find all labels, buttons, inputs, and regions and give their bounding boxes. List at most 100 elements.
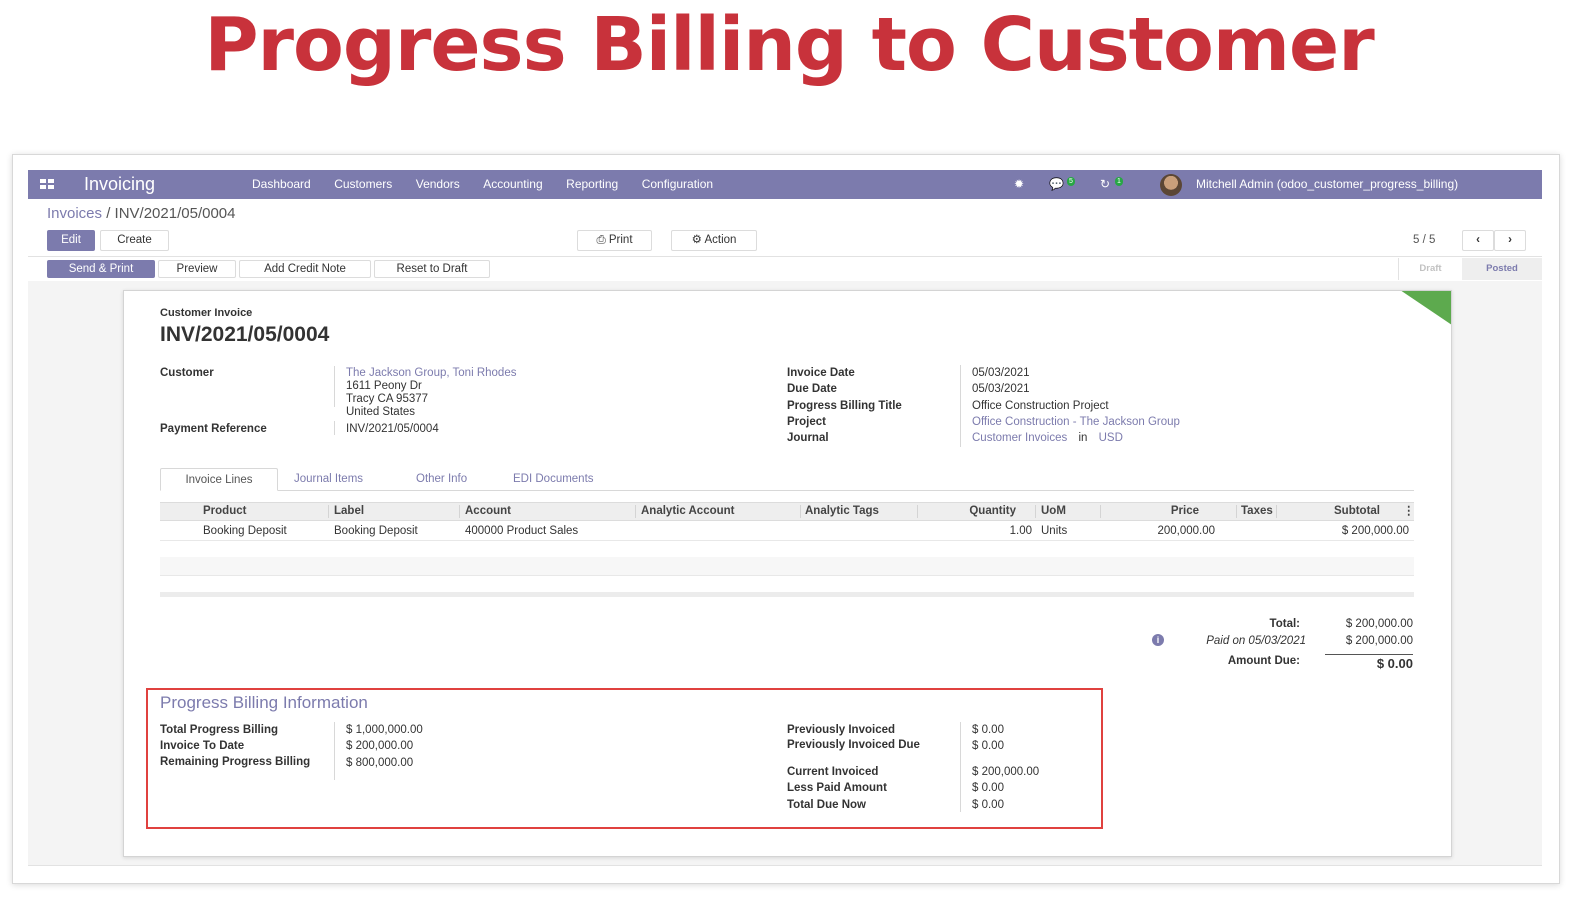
- total-due-now-value: $ 0.00: [972, 799, 1004, 811]
- currency-link[interactable]: USD: [1099, 432, 1123, 444]
- tab-edi-documents[interactable]: EDI Documents: [513, 468, 594, 491]
- total-value: $ 200,000.00: [1345, 618, 1413, 630]
- remaining-progress-billing-label: Remaining Progress Billing: [160, 756, 311, 768]
- top-navbar: Invoicing Dashboard Customers Vendors Ac…: [28, 170, 1542, 199]
- add-credit-note-button[interactable]: Add Credit Note: [239, 260, 371, 278]
- table-footer: [160, 592, 1414, 597]
- column-separator: [917, 505, 918, 518]
- line-label[interactable]: Booking Deposit: [334, 524, 418, 538]
- total-progress-billing-value: $ 1,000,000.00: [346, 724, 423, 736]
- menu-configuration[interactable]: Configuration: [642, 170, 713, 199]
- progress-billing-section-title: Progress Billing Information: [160, 693, 368, 712]
- payment-info-icon[interactable]: i: [1152, 634, 1164, 646]
- line-account[interactable]: 400000 Product Sales: [465, 524, 578, 538]
- project-link[interactable]: Office Construction - The Jackson Group: [972, 416, 1180, 429]
- print-button[interactable]: ⎙ Print: [577, 230, 652, 251]
- payment-reference-value[interactable]: INV/2021/05/0004: [346, 423, 439, 436]
- gear-icon: ⚙: [691, 234, 705, 246]
- invoice-date-label: Invoice Date: [787, 367, 855, 379]
- column-separator: [459, 505, 460, 518]
- main-menu: Dashboard Customers Vendors Accounting R…: [252, 170, 737, 199]
- invoice-to-date-label: Invoice To Date: [160, 740, 245, 752]
- row-divider: [160, 575, 1414, 576]
- line-subtotal: $ 200,000.00: [1341, 525, 1409, 537]
- col-label[interactable]: Label: [334, 503, 364, 520]
- column-separator: [1100, 505, 1101, 518]
- col-analytic-tags[interactable]: Analytic Tags: [805, 503, 879, 520]
- line-product[interactable]: Booking Deposit: [203, 524, 287, 538]
- chat-icon[interactable]: 💬: [1049, 177, 1064, 191]
- send-print-button[interactable]: Send & Print: [47, 260, 155, 278]
- tab-other-info[interactable]: Other Info: [416, 468, 467, 491]
- invoice-type-label: Customer Invoice: [160, 307, 253, 319]
- apps-menu-icon[interactable]: [40, 179, 54, 189]
- empty-table-row: [160, 557, 1414, 575]
- col-subtotal[interactable]: Subtotal: [1282, 503, 1380, 520]
- debug-bug-icon[interactable]: ✹: [1014, 177, 1024, 191]
- app-name[interactable]: Invoicing: [84, 173, 155, 195]
- col-uom[interactable]: UoM: [1041, 503, 1066, 520]
- col-account[interactable]: Account: [465, 503, 511, 520]
- journal-in-text: in: [1078, 432, 1088, 444]
- line-price[interactable]: 200,000.00: [1100, 524, 1215, 538]
- tab-journal-items[interactable]: Journal Items: [294, 468, 363, 491]
- line-uom[interactable]: Units: [1041, 524, 1067, 538]
- due-date-value[interactable]: 05/03/2021: [972, 383, 1030, 396]
- user-avatar[interactable]: [1160, 174, 1182, 196]
- breadcrumb: Invoices / INV/2021/05/0004: [47, 205, 235, 223]
- activity-clock-icon[interactable]: ↻: [1100, 177, 1110, 191]
- pager-previous-button[interactable]: ‹: [1462, 230, 1494, 251]
- field-divider: [334, 421, 335, 435]
- col-taxes[interactable]: Taxes: [1241, 503, 1273, 520]
- create-button[interactable]: Create: [100, 230, 169, 251]
- invoice-number: INV/2021/05/0004: [160, 323, 330, 346]
- progress-billing-title-label: Progress Billing Title: [787, 400, 902, 412]
- pager-value[interactable]: 5 / 5: [1413, 233, 1435, 247]
- edit-button[interactable]: Edit: [47, 230, 95, 251]
- col-price[interactable]: Price: [1106, 503, 1199, 520]
- menu-customers[interactable]: Customers: [334, 170, 392, 199]
- chevron-right-icon: ›: [1508, 234, 1512, 246]
- action-button-label: Action: [704, 234, 737, 246]
- action-button[interactable]: ⚙ Action: [671, 230, 757, 251]
- journal-link[interactable]: Customer Invoices: [972, 432, 1067, 444]
- page-hero-title: Progress Billing to Customer: [204, 2, 1374, 88]
- menu-accounting[interactable]: Accounting: [483, 170, 542, 199]
- col-product[interactable]: Product: [203, 503, 246, 520]
- total-label: Total:: [1269, 618, 1300, 630]
- line-quantity[interactable]: 1.00: [922, 524, 1032, 538]
- col-quantity[interactable]: Quantity: [922, 503, 1016, 520]
- amount-due-separator: [1325, 654, 1413, 655]
- col-analytic-account[interactable]: Analytic Account: [641, 503, 735, 520]
- field-divider: [334, 366, 335, 407]
- customer-name-link[interactable]: The Jackson Group, Toni Rhodes: [346, 367, 516, 380]
- invoice-date-value[interactable]: 05/03/2021: [972, 367, 1030, 380]
- customer-address-line1: 1611 Peony Dr: [346, 380, 422, 392]
- pager-next-button[interactable]: ›: [1494, 230, 1526, 251]
- optional-columns-kebab-icon[interactable]: ⋮: [1403, 503, 1415, 520]
- less-paid-amount-value: $ 0.00: [972, 782, 1004, 794]
- status-posted[interactable]: Posted: [1462, 258, 1542, 280]
- menu-dashboard[interactable]: Dashboard: [252, 170, 311, 199]
- preview-button[interactable]: Preview: [158, 260, 236, 278]
- previously-invoiced-due-value: $ 0.00: [972, 740, 1004, 752]
- user-menu[interactable]: Mitchell Admin (odoo_customer_progress_b…: [1196, 170, 1458, 199]
- due-date-label: Due Date: [787, 383, 837, 395]
- menu-reporting[interactable]: Reporting: [566, 170, 618, 199]
- journal-label: Journal: [787, 432, 829, 444]
- printer-icon: ⎙: [596, 234, 609, 246]
- reset-to-draft-button[interactable]: Reset to Draft: [374, 260, 490, 278]
- column-separator: [1236, 505, 1237, 518]
- status-draft[interactable]: Draft: [1398, 258, 1462, 280]
- progress-billing-title-value[interactable]: Office Construction Project: [972, 400, 1109, 413]
- row-divider: [160, 540, 1414, 541]
- print-button-label: Print: [608, 234, 633, 246]
- total-progress-billing-label: Total Progress Billing: [160, 724, 278, 736]
- customer-address-line3: United States: [346, 406, 416, 418]
- current-invoiced-value: $ 200,000.00: [972, 766, 1040, 778]
- amount-due-value: $ 0.00: [1376, 656, 1413, 671]
- tab-invoice-lines[interactable]: Invoice Lines: [160, 468, 278, 491]
- breadcrumb-invoices[interactable]: Invoices: [47, 205, 102, 222]
- notebook-tabs: Invoice Lines Journal Items Other Info E…: [160, 468, 1414, 491]
- menu-vendors[interactable]: Vendors: [416, 170, 460, 199]
